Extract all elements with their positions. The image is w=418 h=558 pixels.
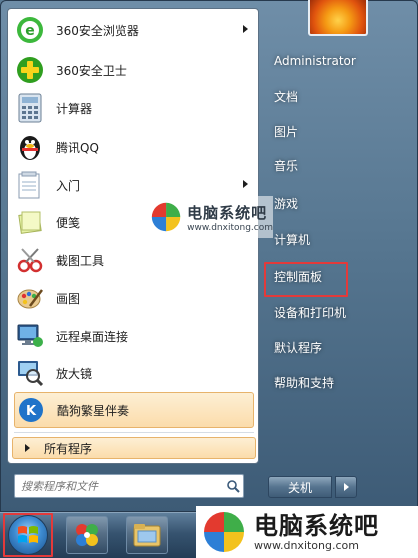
right-item-games[interactable]: 游戏 [272,190,398,216]
right-item-help-support[interactable]: 帮助和支持 [272,369,398,395]
kugou-icon: K [15,394,47,426]
program-item-magnifier[interactable]: 放大镜 [14,355,254,391]
program-label: 远程桌面连接 [56,329,129,344]
right-item-music[interactable]: 音乐 [272,152,398,178]
magnifier-icon [14,357,46,389]
right-item-label: 游戏 [274,196,299,211]
all-programs-button[interactable]: 所有程序 [12,437,256,459]
snipping-tool-icon [14,244,46,276]
right-item-label: 图片 [274,124,299,139]
program-label: 放大镜 [56,366,93,381]
all-programs-arrow-icon [25,444,30,452]
right-item-default-programs[interactable]: 默认程序 [272,334,398,360]
right-item-computer[interactable]: 计算机 [272,226,398,252]
svg-text:K: K [26,404,37,419]
right-item-devices-printers[interactable]: 设备和打印机 [272,299,398,325]
watermark-logo-icon [151,202,181,232]
getting-started-icon [14,169,46,201]
submenu-arrow-icon[interactable] [243,180,248,188]
program-label: 酷狗繁星伴奏 [57,403,130,418]
watermark-title: 电脑系统吧 [187,203,268,222]
right-item-label: Administrator [274,54,356,68]
watermark-banner: 电脑系统吧 www.dnxitong.com [196,506,418,558]
search-input[interactable] [21,476,223,496]
right-item-label: 帮助和支持 [274,375,335,390]
program-item-360-browser[interactable]: e 360安全浏览器 [14,12,254,48]
right-item-label: 默认程序 [274,340,323,355]
search-icon[interactable] [223,476,243,496]
program-label: 截图工具 [56,253,105,268]
watermark-url: www.dnxitong.com [254,538,359,552]
sticky-notes-icon [14,206,46,238]
taskbar-app-explorer[interactable] [126,516,168,554]
right-item-label: 设备和打印机 [274,305,347,320]
program-item-360-guard[interactable]: 360安全卫士 [14,52,254,88]
shutdown-button[interactable]: 关机 [268,476,332,498]
program-item-remote-desktop[interactable]: 远程桌面连接 [14,318,254,354]
right-item-label: 音乐 [274,158,299,173]
folder-icon [133,524,161,547]
submenu-arrow-icon[interactable] [243,25,248,33]
watermark-overlay: 电脑系统吧 www.dnxitong.com [147,196,273,238]
shutdown-options-button[interactable] [335,476,357,498]
pinwheel-icon [76,524,98,546]
right-item-label: 文档 [274,89,299,104]
control-panel-highlight-box [264,262,348,297]
program-label: 便笺 [56,215,81,230]
program-item-qq[interactable]: 腾讯QQ [14,129,254,165]
svg-text:e: e [25,23,35,39]
program-label: 画图 [56,291,81,306]
remote-desktop-icon [14,320,46,352]
watermark-url: www.dnxitong.com [187,222,273,233]
program-label: 计算器 [56,101,93,116]
watermark-title: 电脑系统吧 [254,511,379,540]
program-label: 360安全浏览器 [56,23,139,38]
program-label: 入门 [56,178,81,193]
qq-penguin-icon [14,131,46,163]
360-guard-icon [14,54,46,86]
user-avatar[interactable] [308,0,368,36]
right-item-pictures[interactable]: 图片 [272,118,398,144]
program-item-kugou[interactable]: K 酷狗繁星伴奏 [14,392,254,428]
chevron-right-icon [343,483,349,491]
right-item-label: 计算机 [274,232,311,247]
search-box[interactable] [14,474,244,498]
program-label: 腾讯QQ [56,140,99,155]
right-item-administrator[interactable]: Administrator [272,48,398,74]
watermark-logo-icon [204,512,244,552]
paint-icon [14,282,46,314]
program-item-calculator[interactable]: 计算器 [14,90,254,126]
all-programs-label: 所有程序 [44,441,93,456]
program-item-paint[interactable]: 画图 [14,280,254,316]
program-item-snipping-tool[interactable]: 截图工具 [14,242,254,278]
calculator-icon [14,92,46,124]
program-label: 360安全卫士 [56,63,127,78]
360-browser-icon: e [14,14,46,46]
start-button-highlight-box [3,513,53,557]
shutdown-label: 关机 [287,480,312,495]
taskbar-app-pinwheel[interactable] [66,516,108,554]
programs-separator [14,432,254,433]
right-item-documents[interactable]: 文档 [272,83,398,109]
